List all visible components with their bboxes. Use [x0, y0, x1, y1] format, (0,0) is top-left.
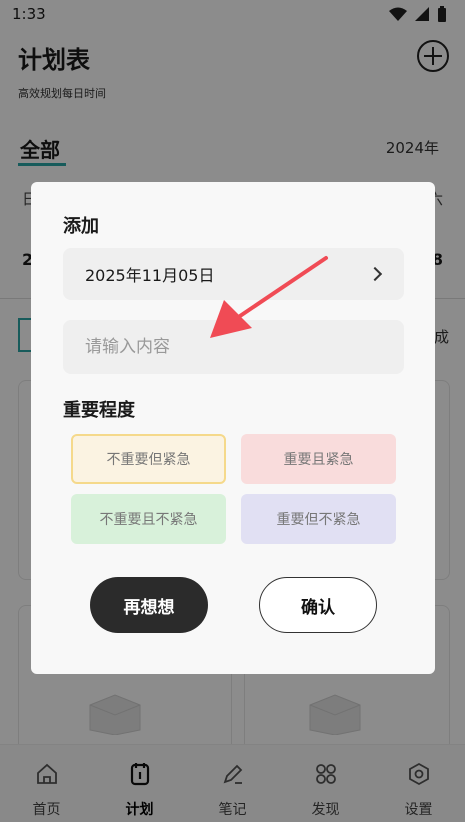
cancel-button[interactable]: 再想想 — [90, 577, 208, 633]
dialog-title: 添加 — [63, 216, 99, 237]
date-value: 2025年11月05日 — [85, 266, 215, 285]
importance-title: 重要程度 — [63, 400, 135, 421]
priority-important-not-urgent[interactable]: 重要但不紧急 — [241, 494, 396, 544]
confirm-button[interactable]: 确认 — [259, 577, 377, 633]
priority-not-important-not-urgent[interactable]: 不重要且不紧急 — [71, 494, 226, 544]
chevron-right-icon — [367, 266, 383, 282]
annotation-arrow-icon — [210, 256, 328, 338]
priority-not-important-urgent[interactable]: 不重要但紧急 — [71, 434, 226, 484]
priority-important-urgent[interactable]: 重要且紧急 — [241, 434, 396, 484]
